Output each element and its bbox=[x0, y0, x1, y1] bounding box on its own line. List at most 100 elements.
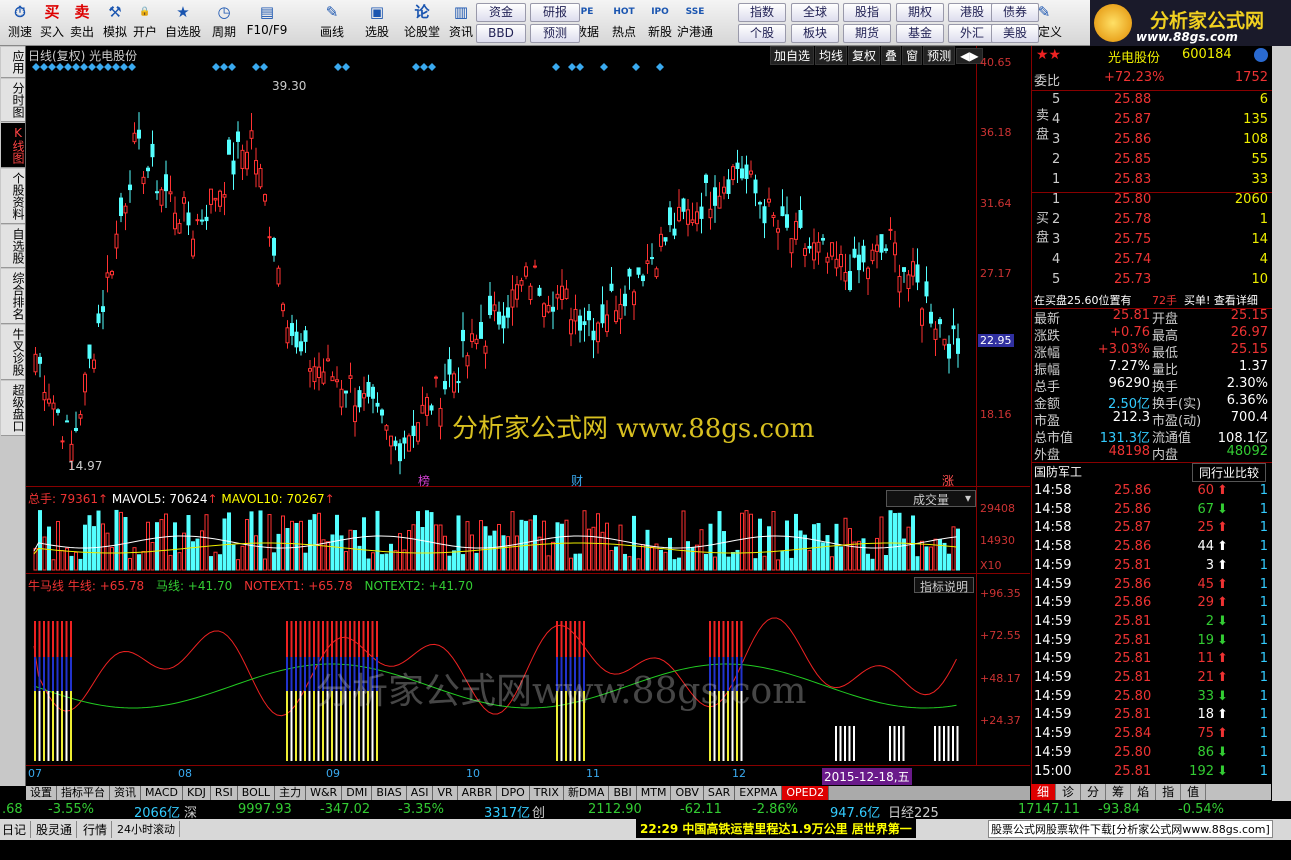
signal-diamond bbox=[32, 63, 40, 71]
toolbar-group-7-button[interactable]: 期权 bbox=[896, 3, 944, 22]
indicator-tab-22[interactable]: OPED2 bbox=[782, 786, 830, 800]
left-tab-2[interactable]: K线图 bbox=[1, 123, 25, 168]
quote-tab-6[interactable]: 值 bbox=[1181, 784, 1207, 800]
toolbar-news-button[interactable]: ▥ 资讯 bbox=[447, 2, 475, 44]
sector-compare-button[interactable]: 同行业比较 bbox=[1192, 463, 1267, 482]
indicator-tab-6[interactable]: BOLL bbox=[237, 786, 276, 800]
indicator-tab-0[interactable]: 设置 bbox=[26, 786, 57, 800]
tick-row: 14:59 25.80 33 ⬇ 1 bbox=[1032, 689, 1272, 709]
toolbar-hotspot-button[interactable]: HOT 热点 bbox=[610, 2, 638, 44]
quote-tab-2[interactable]: 分 bbox=[1081, 784, 1107, 800]
ad-link[interactable]: 股票公式网股票软件下载[分析家公式网www.88gs.com] bbox=[988, 820, 1273, 838]
bottom-tab-2[interactable]: 行情 bbox=[83, 821, 113, 838]
left-tab-3[interactable]: 个股资料 bbox=[1, 169, 25, 224]
indicator-tab-4[interactable]: KDJ bbox=[182, 786, 211, 800]
sector-name[interactable]: 国防军工 bbox=[1034, 463, 1082, 480]
toolbar-group-6-button[interactable]: 股指 bbox=[843, 3, 891, 22]
toolbar-group-14-button[interactable]: 外汇 bbox=[948, 24, 996, 43]
indicator-tab-14[interactable]: DPO bbox=[497, 786, 530, 800]
event-mark-0[interactable]: 榜 bbox=[418, 472, 430, 489]
star-icon[interactable]: ★★ bbox=[1036, 47, 1061, 63]
event-mark-2[interactable]: 涨 bbox=[942, 472, 954, 489]
toolbar-group-13-button[interactable]: 基金 bbox=[896, 24, 944, 43]
indicator-help-button[interactable]: 指标说明 bbox=[914, 577, 974, 594]
indicator-tab-15[interactable]: TRIX bbox=[529, 786, 564, 800]
bottom-tab-1[interactable]: 股灵通 bbox=[36, 821, 78, 838]
kline-chart-area[interactable]: 日线(复权) 光电股份 加自选 均线 复权叠窗预测 ◀▶ 39.30 14.97 分析… bbox=[26, 46, 1030, 786]
bottom-tab-3[interactable]: 24小时滚动 bbox=[117, 821, 180, 837]
toolbar-group-8-button[interactable]: 港股 bbox=[948, 3, 996, 22]
toolbar-draw-line-button[interactable]: ✎ 画线 bbox=[311, 2, 353, 44]
indicator-tab-19[interactable]: OBV bbox=[671, 786, 704, 800]
indicator-tab-9[interactable]: DMI bbox=[342, 786, 373, 800]
chart-toolbar: 加自选 均线 复权叠窗预测 ◀▶ bbox=[770, 46, 984, 65]
quote-tab-5[interactable]: 指 bbox=[1156, 784, 1182, 800]
candle-body bbox=[924, 281, 929, 297]
toolbar-group-2-button[interactable]: BBD bbox=[476, 24, 526, 43]
toolbar-group-5-button[interactable]: 全球 bbox=[791, 3, 839, 22]
bottom-tab-0[interactable]: 日记 bbox=[2, 821, 32, 838]
toolbar-period-button[interactable]: ◷ 周期 bbox=[206, 2, 242, 44]
info-icon[interactable] bbox=[1254, 48, 1268, 62]
toolbar-sell-button[interactable]: 卖卖出 bbox=[67, 2, 97, 44]
notice-link[interactable]: 买单! 查看详细 bbox=[1184, 292, 1258, 308]
toolbar-f10-button[interactable]: ▤ F10/F9 bbox=[243, 2, 291, 44]
indicator-tab-16[interactable]: 新DMA bbox=[563, 786, 610, 800]
left-tab-0[interactable]: 应用 bbox=[1, 47, 25, 78]
event-mark-1[interactable]: 财 bbox=[571, 472, 583, 489]
left-tab-6[interactable]: 牛叉诊股 bbox=[1, 325, 25, 380]
volume-dropdown[interactable]: 成交量 ▾ bbox=[886, 490, 976, 507]
chart-btn-4[interactable]: 窗 bbox=[902, 46, 923, 65]
indicator-tab-2[interactable]: 资讯 bbox=[110, 786, 141, 800]
indicator-tab-10[interactable]: BIAS bbox=[372, 786, 407, 800]
chart-btn-5[interactable]: 预测 bbox=[923, 46, 956, 65]
news-ticker[interactable]: 22:29 中国高铁运营里程达1.9万公里 居世界第一 bbox=[636, 819, 916, 838]
left-tab-1[interactable]: 分时图 bbox=[1, 79, 25, 122]
toolbar-buy-button[interactable]: 买买入 bbox=[37, 2, 67, 44]
toolbar-watchlist-button[interactable]: ★ 自选股 bbox=[164, 2, 202, 44]
indicator-tab-20[interactable]: SAR bbox=[703, 786, 736, 800]
left-tab-7[interactable]: 超级盘口 bbox=[1, 381, 25, 436]
chart-btn-1[interactable]: 均线 bbox=[815, 46, 848, 65]
chart-btn-0[interactable]: 加自选 bbox=[770, 46, 815, 65]
indicator-tab-12[interactable]: VR bbox=[433, 786, 458, 800]
toolbar-group-10-button[interactable]: 个股 bbox=[738, 24, 786, 43]
left-tab-5[interactable]: 综合排名 bbox=[1, 269, 25, 324]
chart-btn-3[interactable]: 叠 bbox=[881, 46, 902, 65]
indicator-tab-21[interactable]: EXPMA bbox=[735, 786, 783, 800]
toolbar-forum-button[interactable]: 论论股堂 bbox=[403, 2, 441, 44]
toolbar-group-9-button[interactable]: 债券 bbox=[991, 3, 1039, 22]
quote-tab-3[interactable]: 筹 bbox=[1106, 784, 1132, 800]
toolbar-group-3-button[interactable]: 预测 bbox=[530, 24, 580, 43]
indicator-tab-5[interactable]: RSI bbox=[210, 786, 238, 800]
toolbar-stock-picker-button[interactable]: ▣ 选股 bbox=[359, 2, 395, 44]
vertical-scrollbar[interactable] bbox=[1272, 46, 1291, 801]
quote-tab-0[interactable]: 细 bbox=[1031, 784, 1057, 800]
indicator-tab-17[interactable]: BBI bbox=[609, 786, 637, 800]
quote-tab-4[interactable]: 焰 bbox=[1131, 784, 1157, 800]
indicator-tab-1[interactable]: 指标平台 bbox=[57, 786, 110, 800]
toolbar-group-4-button[interactable]: 指数 bbox=[738, 3, 786, 22]
toolbar-open-account-button[interactable]: 🔒 开户 bbox=[130, 2, 160, 44]
chart-btn-2[interactable]: 复权 bbox=[848, 46, 881, 65]
toolbar-group-15-button[interactable]: 美股 bbox=[991, 24, 1039, 43]
toolbar-shhk-button[interactable]: SSE 沪港通 bbox=[677, 2, 713, 44]
indicator-tab-13[interactable]: ARBR bbox=[457, 786, 498, 800]
toolbar-group-0-button[interactable]: 资金 bbox=[476, 3, 526, 22]
indicator-tab-7[interactable]: 主力 bbox=[275, 786, 307, 800]
indicator-tab-3[interactable]: MACD bbox=[141, 786, 183, 800]
toolbar-group-1-button[interactable]: 研报 bbox=[530, 3, 580, 22]
indicator-tab-18[interactable]: MTM bbox=[636, 786, 672, 800]
toolbar-ipo-button[interactable]: IPO 新股 bbox=[646, 2, 674, 44]
quote-tab-1[interactable]: 诊 bbox=[1056, 784, 1082, 800]
toolbar-speed-test-button[interactable]: ⏱ 测速 bbox=[5, 2, 35, 44]
toolbar-group-11-button[interactable]: 板块 bbox=[791, 24, 839, 43]
volume-bar bbox=[191, 541, 195, 571]
ind-bar-red bbox=[322, 621, 324, 657]
indicator-tab-8[interactable]: W&R bbox=[306, 786, 343, 800]
toolbar-group-12-button[interactable]: 期货 bbox=[843, 24, 891, 43]
indicator-tab-11[interactable]: ASI bbox=[406, 786, 434, 800]
toolbar-simulate-button[interactable]: ⚒ 模拟 bbox=[100, 2, 130, 44]
left-tab-4[interactable]: 自选股 bbox=[1, 225, 25, 268]
chart-btn-6[interactable]: ◀▶ bbox=[956, 48, 983, 64]
